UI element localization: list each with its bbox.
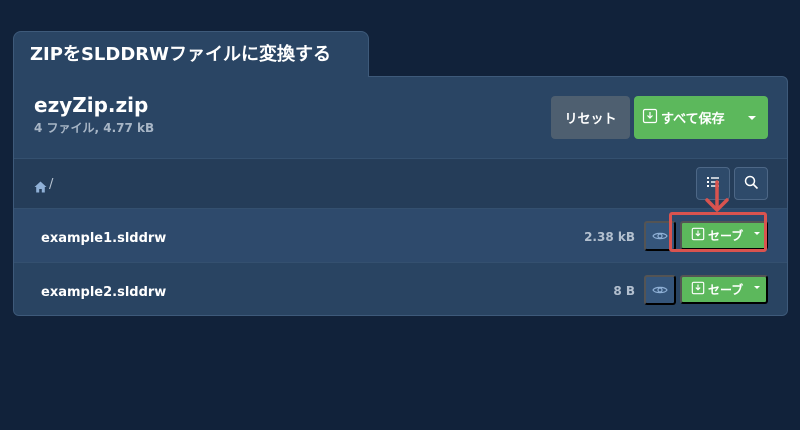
file-row: example1.slddrw 2.38 kB セーブ [14,208,787,262]
save-all-dropdown-toggle[interactable] [736,96,768,139]
reset-button-label: リセット [564,112,617,127]
caret-down-icon [754,232,760,249]
file-name: example1.slddrw [41,231,167,246]
page-title-tab: ZIPをSLDDRWファイルに変換する [13,31,369,77]
download-icon [691,281,705,298]
file-row: example2.slddrw 8 B セーブ [14,262,787,315]
search-button[interactable] [734,167,768,200]
file-name: example2.slddrw [41,285,167,300]
path-toolbar: / [14,158,787,208]
save-all-button[interactable]: すべて保存 [634,96,768,139]
save-dropdown-toggle[interactable] [754,286,760,303]
download-icon [691,227,705,244]
eye-icon [652,283,668,298]
home-icon[interactable] [34,178,47,197]
save-all-label: すべて保存 [661,112,725,127]
file-size: 2.38 kB [584,230,635,244]
reset-button[interactable]: リセット [551,96,630,139]
preview-button[interactable] [644,221,676,251]
save-file-label: セーブ [708,283,744,297]
archive-header: ezyZip.zip 4 ファイル, 4.77 kB リセット すべて保存 [14,77,787,158]
archive-info: 4 ファイル, 4.77 kB [34,121,155,135]
download-icon [642,108,658,128]
caret-down-icon [754,286,760,303]
save-file-button[interactable]: セーブ [680,221,768,250]
file-size: 8 B [613,284,635,298]
arrow-down-icon [704,180,730,218]
path-separator: / [49,177,54,192]
archive-name: ezyZip.zip [34,93,149,117]
caret-down-icon [748,115,756,120]
search-icon [744,175,759,193]
save-dropdown-toggle[interactable] [754,232,760,249]
save-file-button[interactable]: セーブ [680,275,768,304]
archive-panel: ezyZip.zip 4 ファイル, 4.77 kB リセット すべて保存 / [13,76,788,316]
preview-button[interactable] [644,275,676,305]
eye-icon [652,229,668,244]
save-file-label: セーブ [708,229,744,243]
